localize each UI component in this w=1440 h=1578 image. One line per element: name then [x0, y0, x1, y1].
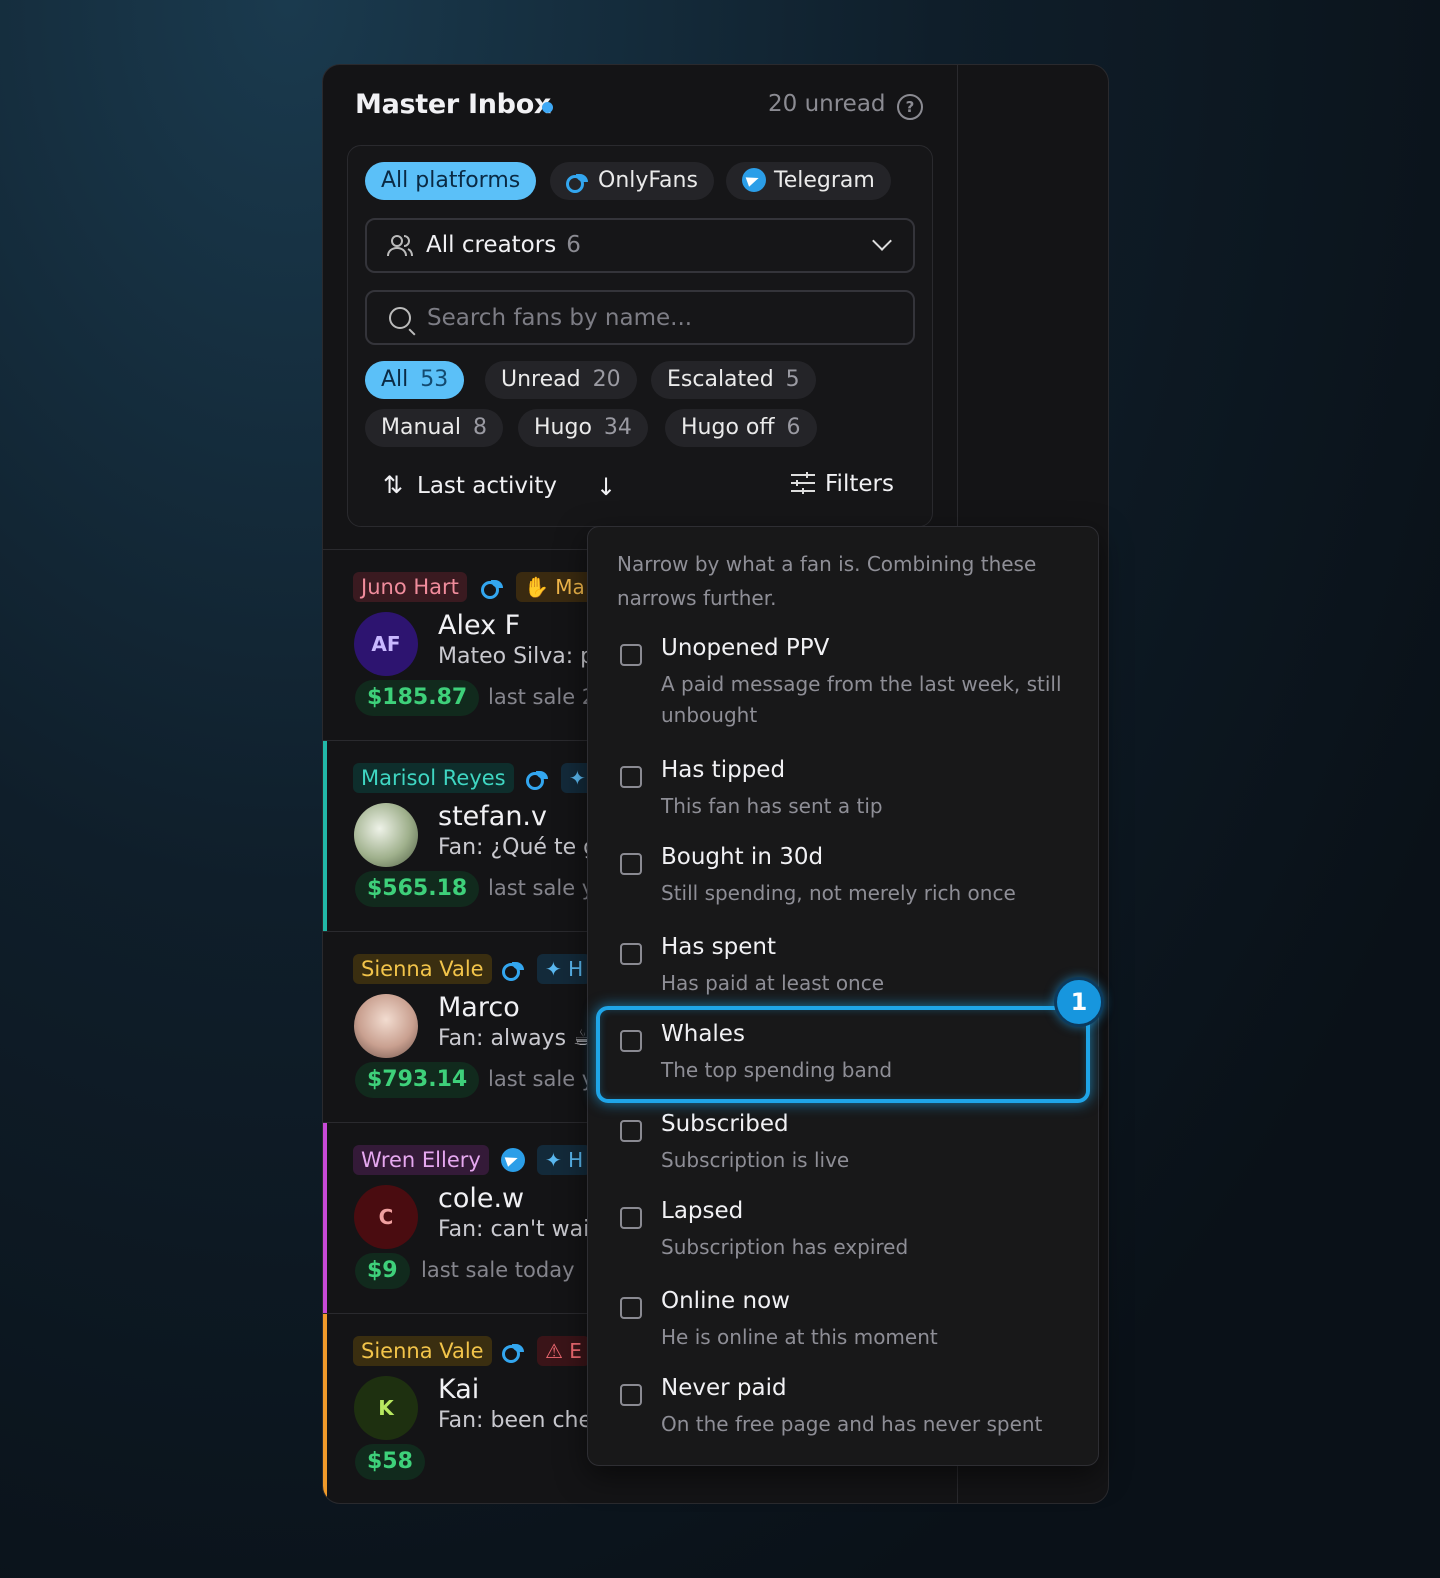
step-badge: 1 — [1054, 977, 1104, 1027]
spend-badge: $9 — [355, 1253, 410, 1289]
last-sale: last sale 2 — [488, 685, 596, 709]
segment-escalated[interactable]: Escalated 5 — [651, 361, 816, 399]
filters-button[interactable]: Filters — [789, 471, 894, 497]
spend-badge: $58 — [355, 1444, 425, 1480]
sort-icon: ⇅ — [383, 471, 404, 499]
fan-name: cole.w — [438, 1183, 525, 1214]
filters-intro: Narrow by what a fan is. Combining these… — [617, 552, 1037, 610]
creators-select-label: All creators — [426, 232, 557, 258]
escalated-tag: ⚠ E — [537, 1336, 590, 1366]
highlight-outline — [596, 1006, 1090, 1103]
message-preview: Fan: can't wai — [438, 1217, 590, 1242]
segment-unread[interactable]: Unread 20 — [485, 361, 637, 399]
onlyfans-icon — [502, 962, 524, 981]
checkbox[interactable] — [620, 1384, 642, 1406]
message-preview: Fan: been che — [438, 1408, 593, 1433]
checkbox[interactable] — [620, 644, 642, 666]
avatar — [354, 803, 418, 867]
hugo-tag: ✦ H — [537, 954, 592, 984]
segment-hugo[interactable]: Hugo 34 — [518, 409, 648, 447]
page-title: Master Inbox — [355, 89, 552, 120]
platform-all[interactable]: All platforms — [365, 162, 537, 200]
fan-name: Alex F — [438, 610, 521, 641]
last-sale: last sale y — [488, 1067, 595, 1091]
unread-count: 20 unread — [768, 91, 886, 117]
creator-tag: Marisol Reyes — [353, 763, 514, 793]
sparkle-icon: ✦ — [545, 1148, 562, 1172]
message-preview: Fan: ¿Qué te g — [438, 835, 598, 860]
checkbox[interactable] — [620, 766, 642, 788]
last-sale: last sale today — [421, 1258, 575, 1282]
platform-onlyfans[interactable]: OnlyFans — [550, 162, 714, 200]
checkbox[interactable] — [620, 1297, 642, 1319]
search-input[interactable] — [427, 300, 897, 336]
checkbox[interactable] — [620, 943, 642, 965]
fan-name: Marco — [438, 992, 520, 1023]
creator-tag: Sienna Vale — [353, 954, 492, 984]
hugo-tag: ✦ H — [537, 1145, 592, 1175]
spend-badge: $793.14 — [355, 1062, 480, 1098]
onlyfans-icon — [566, 174, 588, 193]
avatar: C — [354, 1185, 418, 1249]
users-icon — [387, 235, 413, 257]
checkbox[interactable] — [620, 853, 642, 875]
chevron-down-icon — [872, 231, 892, 251]
search-field — [365, 290, 915, 345]
filters-dropdown: Narrow by what a fan is. Combining these… — [587, 526, 1099, 1466]
message-preview: Mateo Silva: p — [438, 644, 595, 669]
creator-tag: Juno Hart — [353, 572, 467, 602]
segment-all[interactable]: All 53 — [365, 361, 465, 399]
last-sale: last sale y — [488, 876, 595, 900]
search-icon — [389, 307, 411, 329]
segment-manual[interactable]: Manual 8 — [365, 409, 503, 447]
sort-button[interactable]: ⇅ Last activity — [383, 471, 557, 499]
message-preview: Fan: always ☕ — [438, 1026, 593, 1051]
help-icon[interactable]: ? — [897, 94, 923, 120]
onlyfans-icon — [526, 771, 548, 790]
segment-hugo-off[interactable]: Hugo off 6 — [665, 409, 817, 447]
inbox-controls: All platforms OnlyFans Telegram All crea… — [347, 145, 933, 527]
avatar: K — [354, 1376, 418, 1440]
sparkle-icon: ✦ — [569, 766, 586, 790]
onlyfans-icon — [481, 580, 503, 599]
spend-badge: $185.87 — [355, 680, 480, 716]
telegram-icon — [742, 168, 766, 192]
creator-tag: Wren Ellery — [353, 1145, 489, 1175]
sliders-icon — [791, 472, 815, 494]
warning-icon: ⚠ — [545, 1339, 563, 1363]
spend-badge: $565.18 — [355, 871, 480, 907]
sparkle-icon: ✦ — [545, 957, 562, 981]
creators-count: 6 — [566, 232, 581, 258]
avatar — [354, 994, 418, 1058]
telegram-icon — [501, 1148, 525, 1172]
creator-tag: Sienna Vale — [353, 1336, 492, 1366]
onlyfans-icon — [502, 1344, 524, 1363]
live-indicator-dot — [542, 102, 553, 113]
platform-telegram[interactable]: Telegram — [726, 162, 891, 200]
manual-tag: ✋ Ma — [516, 572, 593, 602]
fan-name: Kai — [438, 1374, 480, 1405]
checkbox[interactable] — [620, 1120, 642, 1142]
checkbox[interactable] — [620, 1207, 642, 1229]
sort-direction-icon[interactable]: ↓ — [596, 473, 616, 501]
hand-icon: ✋ — [524, 575, 549, 599]
avatar: AF — [354, 612, 418, 676]
fan-name: stefan.v — [438, 801, 547, 832]
creators-select[interactable]: All creators 6 — [365, 218, 915, 273]
